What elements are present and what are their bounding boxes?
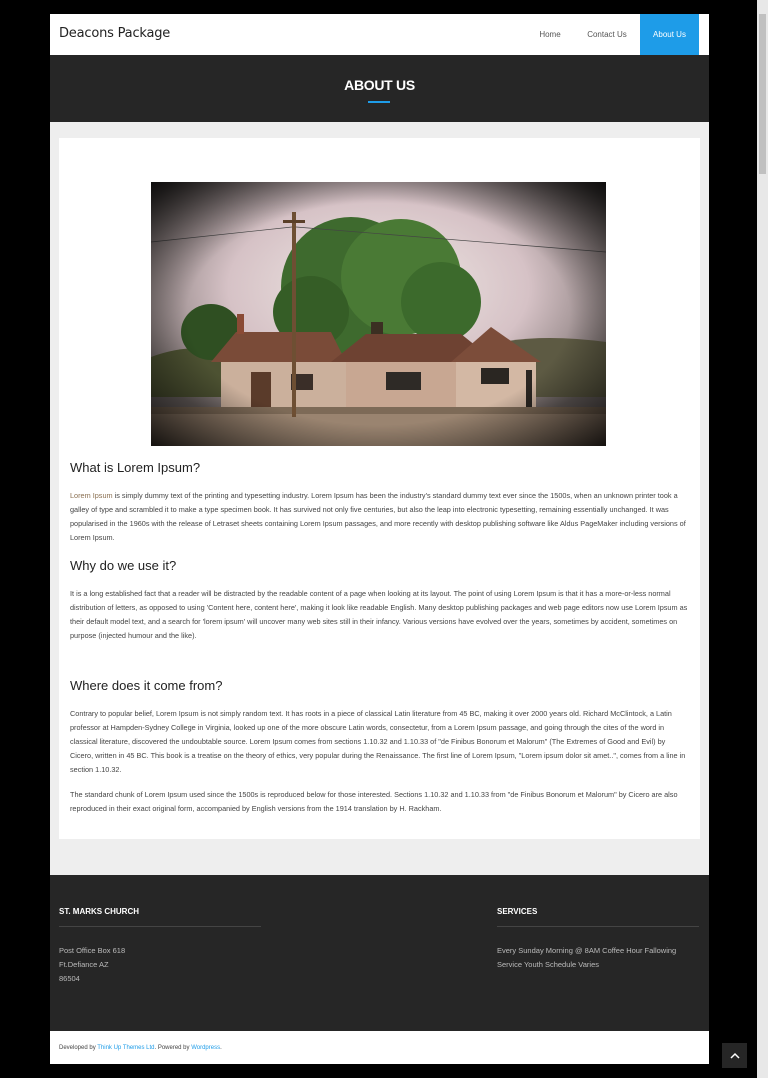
- credits-middle: . Powered by: [154, 1045, 192, 1051]
- footer-church-line: Post Office Box 618: [59, 946, 126, 955]
- paragraph-text: is simply dummy text of the printing and…: [70, 491, 686, 542]
- nav-contact-us[interactable]: Contact Us: [577, 14, 637, 55]
- page-title: ABOUT US: [344, 77, 415, 93]
- nav-about-us[interactable]: About Us: [640, 14, 699, 55]
- chevron-up-icon: [729, 1052, 740, 1059]
- top-navbar: Deacons Package Home Contact Us About Us: [50, 14, 709, 55]
- credits-suffix: .: [220, 1045, 222, 1051]
- lorem-ipsum-highlight: Lorem Ipsum: [70, 491, 113, 500]
- section-heading-why: Why do we use it?: [70, 558, 177, 573]
- page-title-band: ABOUT US: [50, 55, 709, 122]
- house-photo: [151, 182, 606, 446]
- nav-home[interactable]: Home: [525, 14, 575, 55]
- footer-church-line: 86504: [59, 974, 80, 983]
- credits-bar: Developed by Think Up Themes Ltd. Powere…: [50, 1031, 709, 1064]
- footer: ST. MARKS CHURCH Post Office Box 618 Ft.…: [50, 875, 709, 1031]
- page: Deacons Package Home Contact Us About Us…: [50, 14, 709, 1064]
- credits: Developed by Think Up Themes Ltd. Powere…: [59, 1045, 222, 1051]
- section-heading-where: Where does it come from?: [70, 678, 223, 693]
- footer-divider: [497, 926, 699, 927]
- scroll-to-top-button[interactable]: [722, 1043, 747, 1068]
- site-title[interactable]: Deacons Package: [59, 26, 170, 41]
- credits-prefix: Developed by: [59, 1045, 98, 1051]
- section-paragraph-what: Lorem Ipsum is simply dummy text of the …: [70, 489, 688, 545]
- footer-services-heading: SERVICES: [497, 907, 538, 916]
- footer-services-line: Service Youth Schedule Varies: [497, 960, 600, 969]
- section-heading-what: What is Lorem Ipsum?: [70, 460, 201, 475]
- house-photo-illustration: [151, 182, 606, 446]
- footer-services-line: Every Sunday Morning @ 8AM Coffee Hour F…: [497, 946, 677, 955]
- section-paragraph-where-2: The standard chunk of Lorem Ipsum used s…: [70, 790, 678, 813]
- developer-link[interactable]: Think Up Themes Ltd: [97, 1045, 154, 1051]
- scrollbar-thumb[interactable]: [759, 14, 766, 174]
- section-paragraph-where-1: Contrary to popular belief, Lorem Ipsum …: [70, 709, 686, 774]
- content-card: What is Lorem Ipsum? Lorem Ipsum is simp…: [59, 138, 700, 839]
- wordpress-link[interactable]: Wordpress: [191, 1045, 220, 1051]
- footer-church-line: Ft.Defiance AZ: [59, 960, 109, 969]
- section-paragraph-why: It is a long established fact that a rea…: [70, 589, 688, 640]
- title-underline: [368, 101, 390, 103]
- page-scrollbar[interactable]: [757, 0, 768, 1078]
- footer-church-heading: ST. MARKS CHURCH: [59, 907, 139, 916]
- footer-divider: [59, 926, 261, 927]
